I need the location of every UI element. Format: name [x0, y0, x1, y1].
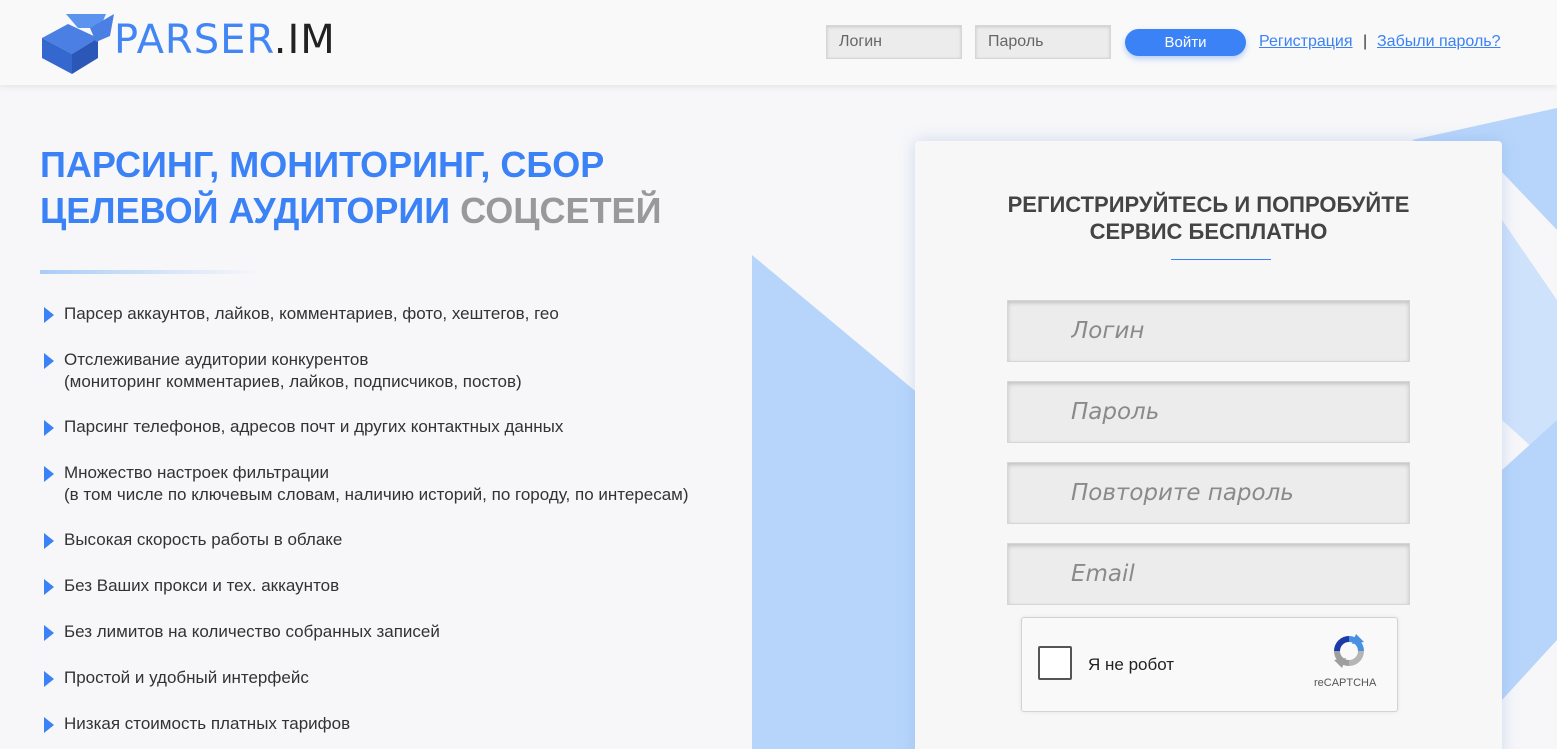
arrow-right-icon — [44, 533, 54, 549]
feature-text: Парсинг телефонов, адресов почт и других… — [64, 417, 564, 436]
signup-title-underline — [1171, 259, 1271, 260]
arrow-right-icon — [44, 307, 54, 323]
hero-headline: ПАРСИНГ, МОНИТОРИНГ, СБОР ЦЕЛЕВОЙ АУДИТО… — [40, 142, 740, 234]
feature-text: Без Ваших прокси и тех. аккаунтов — [64, 576, 340, 595]
login-button[interactable]: Войти — [1125, 29, 1246, 56]
signup-card: РЕГИСТРИРУЙТЕСЬ И ПОПРОБУЙТЕ СЕРВИС БЕСП… — [915, 141, 1502, 749]
arrow-right-icon — [44, 466, 54, 482]
arrow-right-icon — [44, 353, 54, 369]
feature-text: Без лимитов на количество собранных запи… — [64, 622, 440, 641]
hero-headline-grey: СОЦСЕТЕЙ — [460, 190, 662, 231]
signup-repeat-password-input[interactable] — [1007, 462, 1410, 524]
arrow-right-icon — [44, 717, 54, 733]
forgot-password-link[interactable]: Забыли пароль? — [1377, 33, 1501, 51]
recaptcha-brand: reCAPTCHA — [1314, 677, 1377, 689]
signup-title-line1: РЕГИСТРИРУЙТЕСЬ И ПОПРОБУЙТЕ — [1007, 192, 1410, 217]
feature-text: Множество настроек фильтрации — [64, 463, 329, 482]
register-link[interactable]: Регистрация — [1259, 33, 1353, 51]
recaptcha-label: Я не робот — [1088, 655, 1175, 674]
headline-accent-line — [40, 270, 260, 274]
feature-subtext: (в том числе по ключевым словам, наличию… — [64, 485, 689, 504]
arrow-right-icon — [44, 579, 54, 595]
signup-email-input[interactable] — [1007, 543, 1410, 605]
feature-text: Парсер аккаунтов, лайков, комментариев, … — [64, 304, 559, 323]
signup-title: РЕГИСТРИРУЙТЕСЬ И ПОПРОБУЙТЕ СЕРВИС БЕСП… — [915, 191, 1502, 245]
arrow-right-icon — [44, 420, 54, 436]
arrow-right-icon — [44, 671, 54, 687]
feature-text: Отслеживание аудитории конкурентов — [64, 350, 369, 369]
feature-text: Простой и удобный интерфейс — [64, 668, 309, 687]
header-link-separator: | — [1363, 33, 1368, 50]
signup-title-line2: СЕРВИС БЕСПЛАТНО — [1089, 219, 1328, 244]
site-header: PARSER.IM Войти Регистрация | Забыли пар… — [0, 0, 1557, 85]
recaptcha-logo-icon — [1334, 634, 1364, 668]
header-password-input[interactable] — [975, 25, 1111, 59]
header-login-input[interactable] — [826, 25, 962, 59]
feature-subtext: (мониторинг комментариев, лайков, подпис… — [64, 372, 522, 391]
feature-text: Высокая скорость работы в облаке — [64, 530, 343, 549]
logo-wordmark: PARSER.IM — [114, 16, 336, 64]
right-lower-shape — [1502, 420, 1557, 700]
signup-login-input[interactable] — [1007, 300, 1410, 362]
feature-text: Низкая стоимость платных тарифов — [64, 714, 351, 733]
arrow-right-icon — [44, 625, 54, 641]
recaptcha-checkbox[interactable] — [1038, 646, 1072, 680]
logo-text-im: .IM — [273, 17, 336, 63]
signup-password-input[interactable] — [1007, 381, 1410, 443]
logo-text-parser: PARSER — [114, 17, 274, 63]
recaptcha-widget: Я не робот reCAPTCHA — [1021, 617, 1398, 712]
